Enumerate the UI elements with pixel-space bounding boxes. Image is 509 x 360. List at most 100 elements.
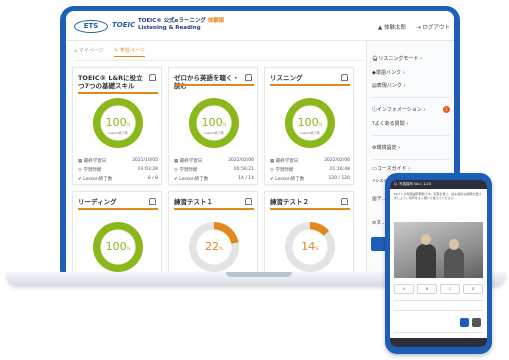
logout-link[interactable]: ⇥ ログアウト xyxy=(416,23,450,31)
home-icon: ⌂ xyxy=(74,48,78,54)
phone-divider xyxy=(394,332,483,333)
bookmark-icon[interactable] xyxy=(149,198,156,205)
stat-study-time: ◷ 学習時間 00:56:21 xyxy=(174,167,254,173)
ets-logo: ETS xyxy=(74,20,108,33)
card-title: 練習テスト２ xyxy=(270,198,309,206)
next-button[interactable] xyxy=(472,318,481,327)
answer-option-d[interactable]: D xyxy=(463,284,483,294)
bookmark-icon[interactable] xyxy=(245,74,252,81)
user-icon: ▲ xyxy=(378,25,383,31)
progress-percent: 100% xyxy=(105,240,131,253)
tab-divider xyxy=(74,60,364,61)
pencil-icon: ✎ xyxy=(114,48,119,54)
stat-last-study: ▦ 最終学習日 2022/02/06 xyxy=(270,158,350,164)
progress-ring: 100% Lesson修了率 xyxy=(93,98,143,148)
progress-ring-label: Lesson修了率 xyxy=(300,131,320,135)
progress-percent: 14% xyxy=(301,240,319,253)
photo-person-head xyxy=(449,239,459,250)
course-card-zero-english[interactable]: ゼロから英語を聴く・読む 100% Lesson修了率 ▦ 最終学習日 2022/… xyxy=(168,67,258,185)
bookmark-icon[interactable] xyxy=(245,198,252,205)
stat-study-time: ◷ 学習時間 01:16:48 xyxy=(270,167,350,173)
photo-person xyxy=(416,244,436,278)
app-header: ETS TOEIC TOEIC® 公式eラーニング 体験版 Listening … xyxy=(66,11,454,41)
app-title-line1: TOEIC® 公式eラーニング xyxy=(138,18,206,24)
audio-seek-bar[interactable] xyxy=(394,310,483,311)
clock-icon: ◷ xyxy=(270,168,274,173)
photo-person xyxy=(444,248,464,278)
stat-last-study: ▦ 最終学習日 2021/10/05 xyxy=(78,158,158,164)
progress-ring: 22% xyxy=(189,222,239,272)
photo-person-head xyxy=(421,234,431,245)
card-rule xyxy=(270,208,350,210)
calendar-icon: ▦ xyxy=(174,159,179,164)
sidebar-item-phrase-bank[interactable]: ▤表現バンク › xyxy=(372,82,406,89)
progress-ring: 100% Lesson修了率 xyxy=(285,98,335,148)
logout-icon: ⇥ xyxy=(416,25,421,31)
user-name[interactable]: ▲ 体験太郎 xyxy=(378,23,406,31)
bookmark-icon[interactable] xyxy=(341,198,348,205)
answer-option-b[interactable]: B xyxy=(417,284,437,294)
progress-ring: 100% Lesson修了率 xyxy=(189,98,239,148)
stat-lessons-done: ✔ Lesson修了数 120 / 120 xyxy=(270,176,350,182)
card-title: リスニング xyxy=(270,74,303,82)
course-card-practice-test-2[interactable]: 練習テスト２ 14% xyxy=(264,191,354,273)
card-rule xyxy=(78,208,158,210)
sidebar-item-word-bank[interactable]: ◆単語バンク › xyxy=(372,69,405,76)
card-rule xyxy=(270,84,350,86)
stat-last-study: ▦ 最終学習日 2022/02/06 xyxy=(174,158,254,164)
sidebar-item-faq[interactable]: ?よくある質問 › xyxy=(372,120,408,127)
card-title: 練習テスト１ xyxy=(174,198,213,206)
phone-screen: Q. 写真描写 No.1 1/20 Part 1 の写真描写問題です。写真を見て… xyxy=(390,180,487,347)
brand-name: TOEIC xyxy=(112,21,136,29)
question-photo xyxy=(394,222,483,278)
progress-ring-label: Lesson修了率 xyxy=(108,131,128,135)
tab-mypage[interactable]: ⌂ マイページ xyxy=(74,47,104,54)
app-title-line2: Listening & Reading xyxy=(138,25,201,31)
card-rule xyxy=(78,92,158,94)
clock-icon: ◷ xyxy=(78,168,82,173)
stat-lessons-done: ✔ Lesson修了数 8 / 8 xyxy=(78,176,158,182)
progress-percent: 100% xyxy=(105,116,131,129)
sidebar-item-settings[interactable]: ⚙環境設定 › xyxy=(372,144,400,151)
sidebar-item-course-guide[interactable]: ▭コースガイド › xyxy=(372,165,410,172)
course-card-listening[interactable]: リスニング 100% Lesson修了率 ▦ 最終学習日 2022/02/06 ◷… xyxy=(264,67,354,185)
phone-bottom-bar xyxy=(390,338,487,347)
trial-badge: 体験版 xyxy=(207,18,225,24)
sidebar-divider xyxy=(372,159,450,160)
check-icon: ✔ xyxy=(174,177,178,182)
sidebar-divider xyxy=(372,97,450,98)
laptop-notch xyxy=(226,272,292,277)
card-rule xyxy=(174,208,254,210)
card-title: リーディング xyxy=(78,198,117,206)
tab-study[interactable]: ✎ 学習ページ xyxy=(114,47,145,57)
course-card-basic-skills[interactable]: TOEIC® L&Rに役立つ7つの基礎スキル 100% Lesson修了率 ▦ … xyxy=(72,67,162,185)
calendar-icon: ▦ xyxy=(78,159,83,164)
card-rule xyxy=(174,84,254,86)
course-card-reading[interactable]: リーディング 100% xyxy=(72,191,162,273)
bookmark-icon[interactable] xyxy=(149,74,156,81)
app-title: TOEIC® 公式eラーニング 体験版 Listening & Reading xyxy=(138,18,224,32)
card-title: ゼロから英語を聴く・読む xyxy=(174,74,239,90)
clock-icon: ◷ xyxy=(174,168,178,173)
course-card-practice-test-1[interactable]: 練習テスト１ 22% xyxy=(168,191,258,273)
stat-study-time: ◷ 学習時間 03:03:28 xyxy=(78,167,158,173)
answer-option-a[interactable]: A xyxy=(394,284,414,294)
sidebar-divider xyxy=(372,135,450,136)
progress-percent: 100% xyxy=(201,116,227,129)
calendar-icon: ▦ xyxy=(270,159,275,164)
check-icon: ✔ xyxy=(270,177,274,182)
answer-option-c[interactable]: C xyxy=(440,284,460,294)
phone-question-header: Q. 写真描写 No.1 1/20 xyxy=(390,180,487,189)
progress-ring-label: Lesson修了率 xyxy=(204,131,224,135)
progress-percent: 100% xyxy=(297,116,323,129)
card-title: TOEIC® L&Rに役立つ7つの基礎スキル xyxy=(78,74,143,90)
phone-divider xyxy=(394,300,483,301)
notice-count-badge: 1 xyxy=(443,106,450,113)
progress-percent: 22% xyxy=(205,240,223,253)
stat-lessons-done: ✔ Lesson修了数 14 / 14 xyxy=(174,176,254,182)
bookmark-icon[interactable] xyxy=(341,74,348,81)
progress-ring: 100% xyxy=(93,222,143,272)
sidebar-item-information[interactable]: ⓘインフォメーション › xyxy=(372,106,425,113)
sidebar-item-listening-mode[interactable]: 🎧︎リスニングモード › xyxy=(372,55,422,62)
play-button[interactable] xyxy=(460,318,469,327)
